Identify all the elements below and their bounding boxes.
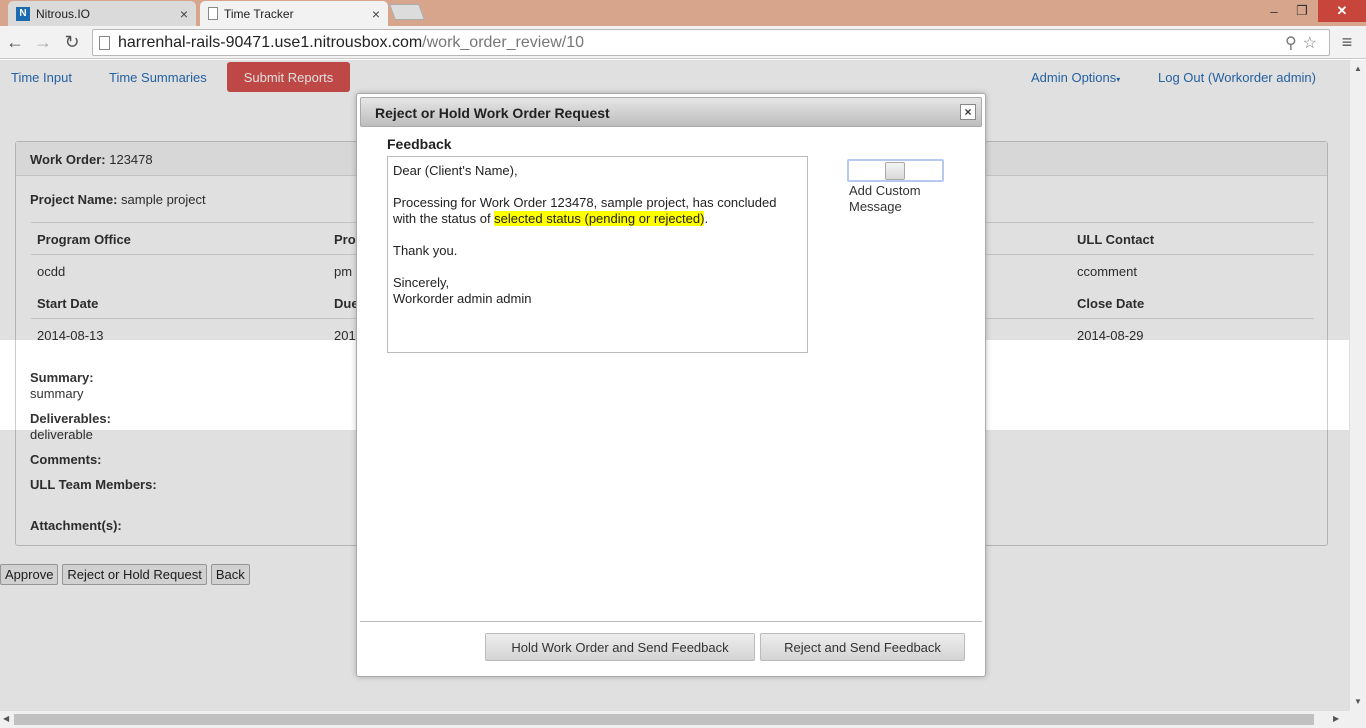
divider — [360, 621, 982, 622]
horizontal-scrollbar[interactable]: ◀ ▶ — [0, 710, 1349, 728]
hold-send-feedback-button[interactable]: Hold Work Order and Send Feedback — [485, 633, 755, 661]
new-tab-button[interactable] — [389, 4, 425, 20]
feedback-signature: Workorder admin admin — [393, 291, 532, 306]
feedback-textarea[interactable]: Dear (Client's Name), Processing for Wor… — [387, 156, 808, 353]
summary-value: summary — [30, 386, 84, 401]
custom-message-label: Add Custom Message — [849, 183, 921, 214]
feedback-body: Processing for Work Order 123478, sample… — [393, 195, 777, 226]
forward-arrow-icon[interactable]: → — [32, 31, 54, 53]
feedback-label: Feedback — [387, 136, 452, 152]
vertical-scrollbar[interactable]: ▲ ▼ — [1349, 60, 1366, 710]
scrollbar-thumb[interactable] — [14, 714, 1314, 725]
close-icon[interactable]: × — [180, 6, 188, 22]
tab-label: Time Tracker — [224, 6, 294, 21]
url-host: harrenhal-rails-90471.use1.nitrousbox.co… — [118, 33, 423, 51]
minimize-icon[interactable]: – — [1262, 0, 1286, 22]
menu-icon[interactable]: ≡ — [1336, 31, 1358, 53]
search-icon[interactable]: ⚲ — [1285, 35, 1303, 52]
tab-nitrous[interactable]: N Nitrous.IO × — [8, 1, 196, 26]
back-arrow-icon[interactable]: ← — [4, 31, 26, 53]
reject-hold-dialog: Reject or Hold Work Order Request × Feed… — [356, 93, 986, 677]
reject-send-feedback-button[interactable]: Reject and Send Feedback — [760, 633, 965, 661]
maximize-icon[interactable]: ❐ — [1290, 0, 1314, 22]
feedback-signoff: Sincerely, — [393, 275, 450, 290]
summary-label: Summary: — [30, 370, 94, 385]
dialog-title-bar: Reject or Hold Work Order Request × — [360, 97, 982, 127]
nitrous-logo-icon: N — [16, 6, 30, 21]
browser-toolbar: ← → ↻ harrenhal-rails-90471.use1.nitrous… — [0, 26, 1366, 59]
address-bar[interactable]: harrenhal-rails-90471.use1.nitrousbox.co… — [92, 29, 1330, 56]
scroll-right-icon[interactable]: ▶ — [1333, 714, 1339, 723]
reload-icon[interactable]: ↻ — [61, 31, 83, 53]
scroll-down-icon[interactable]: ▼ — [1354, 697, 1362, 706]
tab-time-tracker[interactable]: Time Tracker × — [200, 1, 388, 26]
scroll-left-icon[interactable]: ◀ — [3, 714, 9, 723]
feedback-greeting: Dear (Client's Name), — [393, 163, 518, 178]
scrollbar-corner — [1349, 710, 1366, 728]
scroll-up-icon[interactable]: ▲ — [1354, 64, 1362, 73]
close-icon[interactable]: × — [372, 6, 380, 22]
page-icon — [208, 7, 218, 20]
custom-message-toggle[interactable] — [847, 159, 944, 182]
url-path: /work_order_review/10 — [422, 33, 585, 51]
toggle-knob[interactable] — [885, 162, 905, 180]
bookmark-star-icon[interactable]: ☆ — [1303, 35, 1323, 52]
window-close-icon[interactable]: ✕ — [1318, 0, 1366, 22]
tab-label: Nitrous.IO — [36, 6, 91, 21]
dialog-title: Reject or Hold Work Order Request — [375, 105, 610, 121]
feedback-thanks: Thank you. — [393, 243, 458, 258]
browser-titlebar: N Nitrous.IO × Time Tracker × – ❐ ✕ — [0, 0, 1366, 26]
page-icon — [99, 35, 110, 50]
status-placeholder: selected status (pending or rejected) — [494, 211, 705, 226]
close-icon[interactable]: × — [960, 104, 976, 120]
deliverables-label: Deliverables: — [30, 411, 111, 426]
